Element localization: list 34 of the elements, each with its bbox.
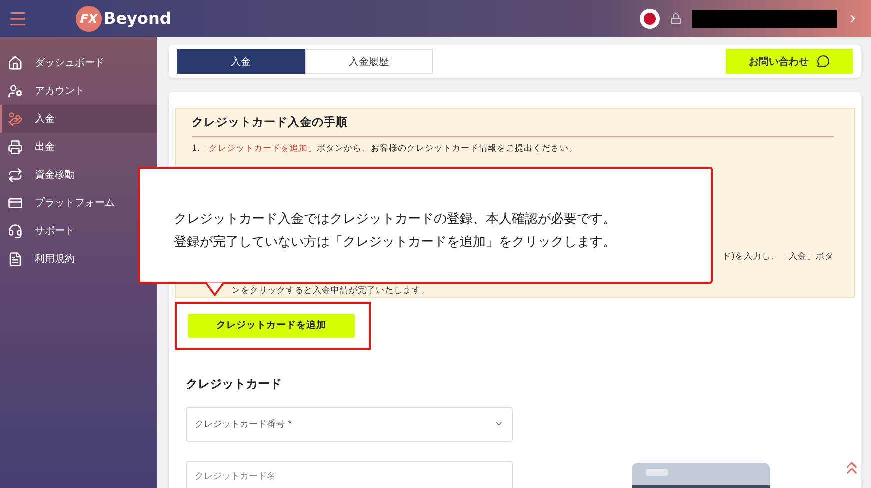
step-text: ンをクリックすると入金申請が完了いたします。 [232, 285, 431, 297]
flag-icon[interactable] [640, 8, 660, 28]
card-number-select[interactable]: クレジットカード番号 * [186, 406, 513, 442]
section-title: クレジットカード [186, 376, 283, 392]
sidebar-item[interactable]: 入金 [0, 105, 157, 133]
sidebar-item[interactable]: アカウント [0, 77, 157, 105]
tab[interactable]: 入金 [177, 49, 305, 74]
logo: FX Beyond [76, 6, 172, 32]
hand-coin-icon [8, 112, 23, 126]
headset-icon [8, 224, 23, 238]
add-card-button[interactable]: クレジットカードを追加 [188, 314, 355, 338]
sidebar-item[interactable]: ダッシュボード [0, 49, 157, 77]
procedure-title: クレジットカード入金の手順 [192, 115, 834, 137]
printer-icon [8, 140, 23, 154]
callout-text: クレジットカード入金ではクレジットカードの登録、本人確認が必要です。 [174, 211, 617, 230]
arrows-icon [8, 168, 23, 182]
tab[interactable]: 入金履歴 [305, 49, 433, 74]
document-icon [8, 252, 23, 266]
sidebar-item[interactable]: プラットフォーム [0, 189, 157, 217]
callout-text: 登録が完了していない方は「クレジットカードを追加」をクリックします。 [174, 234, 617, 252]
sidebar-item[interactable]: 資金移動 [0, 161, 157, 189]
contact-button[interactable]: お問い合わせ [726, 49, 853, 74]
step-text: ド)を入力し、「入金」ボタ [722, 251, 834, 263]
user-gear-icon [8, 84, 23, 98]
sidebar-item[interactable]: 利用規約 [0, 245, 157, 273]
card-icon [8, 196, 23, 210]
add-card-link[interactable]: クレジットカードを追加 [209, 144, 308, 154]
home-icon [8, 56, 23, 70]
chat-icon [817, 55, 830, 68]
card-name-field[interactable]: クレジットカード名 [186, 460, 513, 488]
sidebar-item[interactable]: 出金 [0, 133, 157, 161]
step-text: 1.「クレジットカードを追加」ボタンから、お客様のクレジットカード情報をご提出ください。 [192, 143, 580, 155]
sidebar-item[interactable]: サポート [0, 217, 157, 245]
lock-icon [670, 12, 682, 24]
